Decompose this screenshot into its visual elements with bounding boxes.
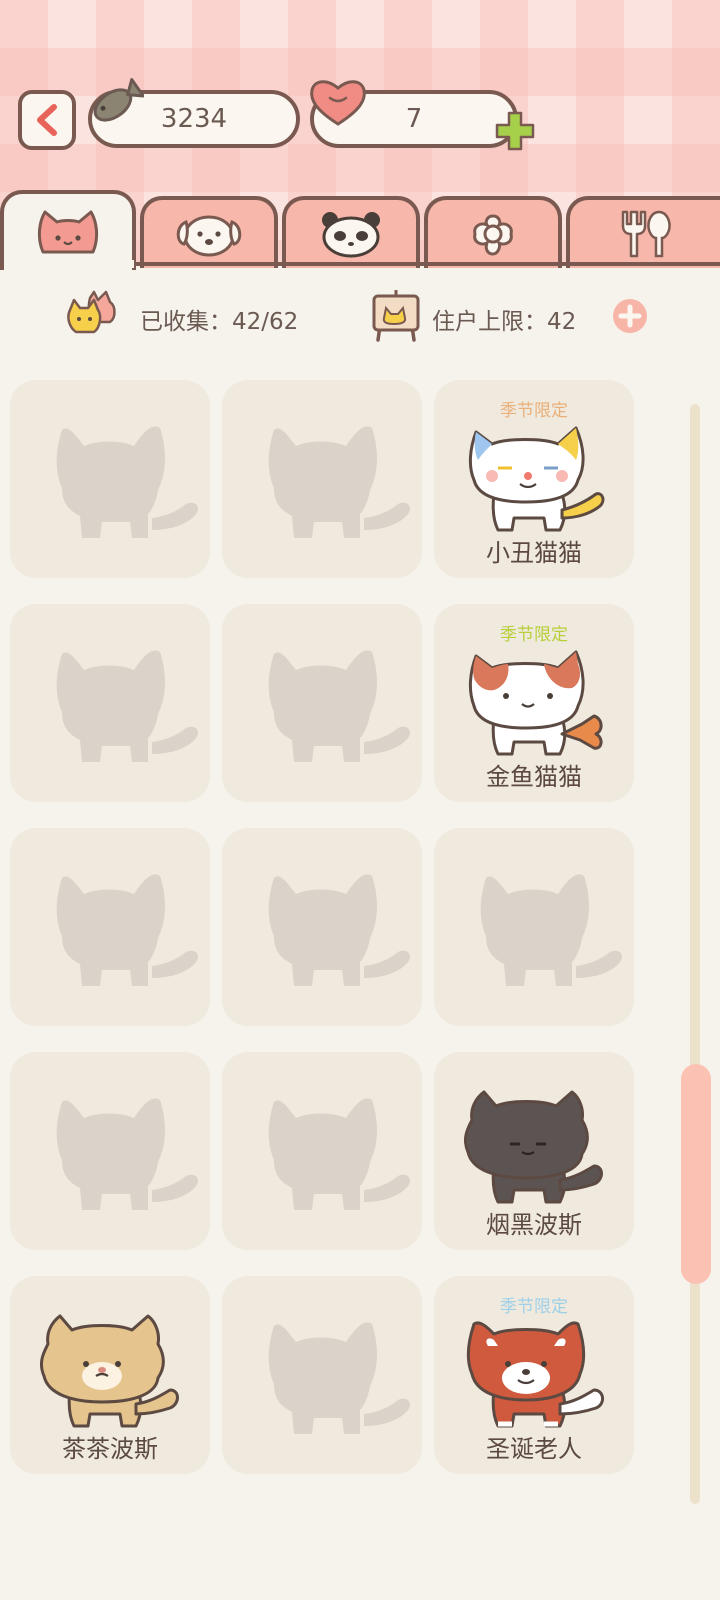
locked-cat-silhouette [268,874,411,986]
locked-cat-silhouette [268,426,411,538]
scrollbar-track[interactable] [690,404,700,1504]
back-button[interactable] [18,90,76,150]
collected-count: 已收集：42/62 [140,309,299,335]
heart-icon [310,80,366,126]
locked-cat-card[interactable] [222,604,422,802]
locked-cat-card[interactable] [222,1052,422,1250]
locked-cat-silhouette [268,1098,411,1210]
locked-cat-silhouette [56,874,199,986]
chevron-left-icon [37,104,57,136]
signboard-icon [372,290,420,342]
stats-row: 已收集：42/62 住户上限：42 [0,288,720,348]
locked-cat-silhouette [56,1098,199,1210]
collection-cats-icon [67,290,116,334]
seasonal-badge: 季节限定 [500,1297,568,1317]
tab-cats[interactable] [0,190,136,270]
cat-card[interactable]: 烟黑波斯 [434,1052,634,1250]
tab-pandas[interactable] [282,196,420,268]
goldfish-cat-image [468,650,603,756]
cat-card[interactable]: 季节限定 圣诞老人 [434,1276,634,1474]
locked-cat-card[interactable] [10,380,210,578]
cat-name: 烟黑波斯 [486,1211,582,1239]
cat-face-icon [37,210,99,254]
clown-cat-image [468,426,605,532]
seasonal-badge: 季节限定 [500,625,568,645]
locked-cat-card[interactable] [222,828,422,1026]
locked-cat-silhouette [268,650,411,762]
tab-food[interactable] [566,196,720,268]
cat-card[interactable]: 季节限定 金鱼猫猫 [434,604,634,802]
locked-cat-silhouette [56,650,199,762]
panda-face-icon [322,212,380,258]
category-tabs [0,190,720,270]
locked-cat-card[interactable] [222,1276,422,1474]
locked-cat-card[interactable] [10,604,210,802]
resident-limit: 住户上限：42 [432,309,577,335]
locked-cat-silhouette [480,874,623,986]
locked-cat-silhouette [268,1322,411,1434]
locked-cat-card[interactable] [10,828,210,1026]
add-capacity-button[interactable] [612,298,648,334]
smoky-persian-cat-image [464,1090,603,1204]
cat-name: 金鱼猫猫 [486,763,582,791]
cat-card[interactable]: 茶茶波斯 [10,1276,210,1474]
cat-name: 圣诞老人 [486,1435,582,1463]
heart-count: 7 [405,104,423,134]
locked-cat-card[interactable] [10,1052,210,1250]
tab-flowers[interactable] [424,196,562,268]
tea-persian-cat-image [40,1314,179,1428]
flower-icon [473,214,513,256]
locked-cat-card[interactable] [434,828,634,1026]
dog-face-icon [176,215,242,257]
fork-spoon-icon [621,210,671,258]
seasonal-badge: 季节限定 [500,401,568,421]
locked-cat-silhouette [56,426,199,538]
cat-card[interactable]: 季节限定 小丑猫猫 [434,380,634,578]
locked-cat-card[interactable] [222,380,422,578]
add-hearts-button[interactable] [494,110,536,152]
fish-icon [93,78,144,122]
tab-dogs[interactable] [140,196,278,268]
cat-name: 茶茶波斯 [62,1435,158,1463]
coin-count: 3234 [160,104,228,134]
scrollbar-thumb[interactable] [681,1064,711,1284]
santa-cat-image [466,1321,604,1428]
active-tab-gap [4,260,134,268]
cat-name: 小丑猫猫 [486,539,582,567]
